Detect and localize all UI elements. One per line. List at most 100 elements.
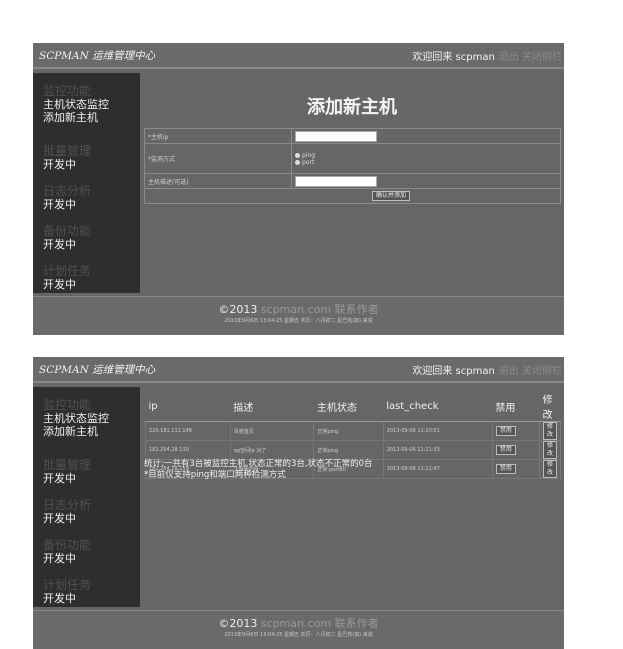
footer-copyright: ©2013 scpman.com 联系作者 <box>33 301 564 317</box>
sidebar-section-log: 日志分析 开发中 <box>43 498 92 526</box>
footer: ©2013 scpman.com 联系作者 2013年9月6日 13:04:25… <box>33 296 564 335</box>
sidebar-section-title: 批量管理 <box>43 144 92 158</box>
sidebar-item-dev[interactable]: 开发中 <box>43 512 91 525</box>
footer-site-link[interactable]: scpman.com 联系作者 <box>261 617 379 630</box>
sidebar-item-dev[interactable]: 开发中 <box>43 158 91 171</box>
table-header-row: ip 描述 主机状态 last_check 禁用 修改 <box>145 391 561 422</box>
welcome-user: 欢迎回来 scpman <box>412 52 495 63</box>
add-host-form: *主机ip *监测方式 ping port 主机描述(可选) 确认并添加 <box>144 128 561 204</box>
sidebar-section-backup: 备份功能 开发中 <box>43 224 92 252</box>
sidebar-section-title: 备份功能 <box>43 538 92 552</box>
radio-icon <box>295 152 300 158</box>
disable-button[interactable]: 禁用 <box>495 445 516 455</box>
header-faint-links[interactable]: 退出 关闭侧栏 <box>499 52 562 63</box>
copyright-year: ©2013 <box>218 303 258 316</box>
desc-label: 主机描述(可选) <box>144 173 292 189</box>
sidebar-section-cron: 计划任务 开发中 <box>43 264 92 292</box>
edit-button[interactable]: 修改 <box>542 460 557 478</box>
sidebar-section-title: 日志分析 <box>43 498 92 512</box>
col-ip: ip <box>145 391 231 422</box>
sidebar-section-title: 监控功能 <box>43 398 92 412</box>
host-summary: 统计:一共有3台被监控主机,状态正常的3台,状态不正常的0台 *目前仅支持pin… <box>144 459 373 481</box>
desc-input[interactable] <box>295 175 377 187</box>
radio-icon <box>295 159 300 165</box>
ip-label: *主机ip <box>144 128 292 144</box>
page-title: 添加新主机 <box>307 97 397 118</box>
footer-site-link[interactable]: scpman.com 联系作者 <box>261 303 379 316</box>
sidebar-item-host-status[interactable]: 主机状态监控 <box>43 412 109 425</box>
sidebar-section-title: 计划任务 <box>43 264 92 278</box>
sidebar-section-monitor: 监控功能 主机状态监控 添加新主机 <box>43 84 109 125</box>
footer-date: 2013年9月6日 13:04:25 星期五 农历：八月初二 星巴克(如) 来说 <box>224 318 373 324</box>
radio-port[interactable]: port <box>295 159 557 166</box>
col-last-check: last_check <box>383 391 493 422</box>
cell-ip: 220.181.111.148 <box>145 421 231 441</box>
col-disable: 禁用 <box>492 391 540 422</box>
cell-edit: 修改 <box>538 440 562 460</box>
sidebar-item-dev[interactable]: 开发中 <box>43 592 91 605</box>
edit-button[interactable]: 修改 <box>542 422 557 440</box>
footer: ©2013 scpman.com 联系作者 2013年9月6日 13:04:25… <box>33 610 564 649</box>
table-row: 182.254.28.130 qq空间ip 对了 正常ping 2013-09-… <box>145 440 562 460</box>
cell-status: 正常ping <box>313 421 384 441</box>
cell-status: 正常ping <box>313 440 384 460</box>
method-label: *监测方式 <box>144 143 292 174</box>
cell-last-check: 2013-09-06 11:21:33 <box>382 440 493 460</box>
brand-title: SCPMAN 运维管理中心 <box>39 364 156 376</box>
sidebar-item-dev[interactable]: 开发中 <box>43 552 91 565</box>
col-edit: 修改 <box>539 391 561 422</box>
welcome-text: 欢迎回来 scpman 退出 关闭侧栏 <box>412 48 562 63</box>
sidebar-item-host-status[interactable]: 主机状态监控 <box>43 98 109 111</box>
cell-last-check: 2013-09-06 11:20:51 <box>382 421 493 441</box>
brand-title: SCPMAN 运维管理中心 <box>39 50 156 62</box>
summary-note: *目前仅支持ping和端口两种检测方式 <box>144 470 286 480</box>
sidebar-item-dev[interactable]: 开发中 <box>43 238 91 251</box>
sidebar-section-log: 日志分析 开发中 <box>43 184 92 212</box>
summary-line: 统计:一共有3台被监控主机,状态正常的3台,状态不正常的0台 <box>144 459 373 469</box>
footer-copyright: ©2013 scpman.com 联系作者 <box>33 615 564 631</box>
sidebar-section-cron: 计划任务 开发中 <box>43 578 92 606</box>
sidebar-section-title: 计划任务 <box>43 578 92 592</box>
sidebar: 监控功能 主机状态监控 添加新主机 批量管理 开发中 日志分析 开发中 备份功能… <box>33 73 140 293</box>
sidebar-item-dev[interactable]: 开发中 <box>43 472 91 485</box>
sidebar-item-add-host[interactable]: 添加新主机 <box>43 425 109 438</box>
cell-desc: qq空间ip 对了 <box>229 440 315 460</box>
sidebar-item-dev[interactable]: 开发中 <box>43 278 91 291</box>
cell-edit: 修改 <box>538 421 562 441</box>
edit-button[interactable]: 修改 <box>542 441 557 459</box>
submit-button[interactable]: 确认并添加 <box>371 191 410 201</box>
cell-edit: 修改 <box>538 459 562 479</box>
welcome-text: 欢迎回来 scpman 退出 关闭侧栏 <box>412 362 562 377</box>
sidebar-item-dev[interactable]: 开发中 <box>43 198 91 211</box>
radio-port-label: port <box>302 158 315 166</box>
sidebar-section-title: 监控功能 <box>43 84 92 98</box>
cell-last-check: 2013-09-06 11:21:47 <box>382 459 493 479</box>
col-desc: 描述 <box>230 391 314 422</box>
header-faint-links[interactable]: 退出 关闭侧栏 <box>499 366 562 377</box>
disable-button[interactable]: 禁用 <box>495 464 516 474</box>
copyright-year: ©2013 <box>218 617 258 630</box>
top-header: SCPMAN 运维管理中心 欢迎回来 scpman 退出 关闭侧栏 <box>33 43 564 69</box>
cell-ip: 182.254.28.130 <box>145 440 231 460</box>
ip-input[interactable] <box>295 130 377 142</box>
sidebar-section-monitor: 监控功能 主机状态监控 添加新主机 <box>43 398 109 439</box>
welcome-user: 欢迎回来 scpman <box>412 366 495 377</box>
radio-ping-label: ping <box>302 151 316 159</box>
sidebar-section-backup: 备份功能 开发中 <box>43 538 92 566</box>
sidebar-section-title: 备份功能 <box>43 224 92 238</box>
sidebar: 监控功能 主机状态监控 添加新主机 批量管理 开发中 日志分析 开发中 备份功能… <box>33 387 140 607</box>
sidebar-section-batch: 批量管理 开发中 <box>43 458 92 486</box>
cell-desc: 百度首页 <box>229 421 315 441</box>
sidebar-section-batch: 批量管理 开发中 <box>43 144 92 172</box>
col-status: 主机状态 <box>313 391 384 422</box>
sidebar-section-title: 批量管理 <box>43 458 92 472</box>
cell-disable: 禁用 <box>491 459 540 479</box>
cell-disable: 禁用 <box>491 421 540 441</box>
table-row: 220.181.111.148 百度首页 正常ping 2013-09-06 1… <box>145 421 562 441</box>
sidebar-section-title: 日志分析 <box>43 184 92 198</box>
sidebar-item-add-host[interactable]: 添加新主机 <box>43 111 109 124</box>
disable-button[interactable]: 禁用 <box>495 426 516 436</box>
add-host-screen: SCPMAN 运维管理中心 欢迎回来 scpman 退出 关闭侧栏 监控功能 主机… <box>33 43 564 335</box>
radio-ping[interactable]: ping <box>295 152 557 159</box>
host-status-screen: SCPMAN 运维管理中心 欢迎回来 scpman 退出 关闭侧栏 监控功能 主机… <box>33 357 564 649</box>
